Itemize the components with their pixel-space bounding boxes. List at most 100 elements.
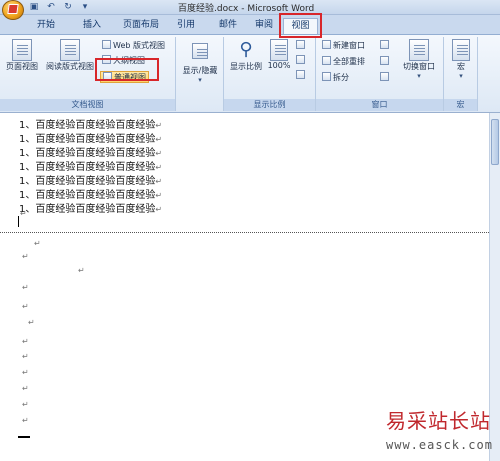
two-pages-button[interactable]: [296, 55, 307, 67]
reset-window-icon: [380, 72, 389, 81]
show-hide-icon: [192, 43, 208, 59]
magnifier-icon: ⚲: [239, 39, 253, 60]
paragraph-mark: ↵: [28, 318, 35, 327]
page-view-label: 页面视图: [6, 62, 38, 71]
side-by-side-icon: [380, 40, 389, 49]
customize-icon[interactable]: ▾: [79, 2, 91, 13]
end-of-document-marker: [18, 436, 30, 438]
group-window: 新建窗口 全部重排 拆分 切换窗口 ▾ 窗口: [316, 37, 444, 111]
view-tab-highlight: [279, 13, 322, 38]
switch-window-icon: [409, 39, 429, 61]
tab-review[interactable]: 审阅: [250, 18, 278, 34]
show-hide-button[interactable]: 显示/隐藏 ▾: [179, 39, 221, 84]
tab-page-layout[interactable]: 页面布局: [118, 18, 164, 34]
office-button[interactable]: [2, 0, 24, 20]
chevron-down-icon: ▾: [417, 72, 421, 80]
document-line[interactable]: 1、百度经验百度经验百度经验↵: [19, 161, 162, 174]
draft-view-highlight: [95, 58, 159, 81]
paragraph-mark: ↵: [22, 283, 29, 292]
paragraph-mark: ↵: [78, 266, 85, 275]
paragraph-mark: ↵: [22, 368, 29, 377]
group-zoom: ⚲ 显示比例 100% 显示比例: [224, 37, 316, 111]
paragraph-mark: ↵: [22, 252, 29, 261]
new-window-label: 新建窗口: [333, 41, 365, 50]
tab-mailings[interactable]: 邮件: [214, 18, 242, 34]
chevron-down-icon: ▾: [198, 76, 202, 84]
group-macros: 宏 ▾ 宏: [444, 37, 478, 111]
group-label-macros: 宏: [444, 99, 477, 111]
zoom-label: 显示比例: [230, 62, 262, 71]
paragraph-mark: ↵: [22, 302, 29, 311]
web-view-label: Web 版式视图: [113, 41, 165, 50]
group-show-hide: 显示/隐藏 ▾: [176, 37, 224, 111]
web-view-button[interactable]: Web 版式视图: [102, 40, 165, 52]
document-line[interactable]: 1、百度经验百度经验百度经验↵: [19, 203, 162, 216]
paragraph-mark: ↵: [22, 400, 29, 409]
one-page-button[interactable]: [296, 40, 307, 52]
scrollbar-thumb[interactable]: [491, 119, 499, 165]
reset-window-button[interactable]: [380, 72, 391, 84]
undo-icon[interactable]: ↶: [45, 2, 57, 13]
watermark-logo-text: 易采站长站: [386, 409, 491, 433]
ribbon-tabs: 开始 插入 页面布局 引用 邮件 审阅 视图: [0, 15, 500, 35]
ribbon-view: 页面视图 阅读版式视图 Web 版式视图 大纲视图 普通视图 文档视图 显示/隐…: [0, 35, 500, 113]
zoom-button[interactable]: ⚲ 显示比例: [227, 39, 265, 72]
one-page-icon: [296, 40, 305, 49]
page-width-icon: [296, 70, 305, 79]
page-break-line: [0, 232, 489, 233]
paragraph-mark: ↵: [22, 337, 29, 346]
document-line[interactable]: 1、百度经验百度经验百度经验↵: [19, 133, 162, 146]
save-icon[interactable]: ▣: [28, 2, 40, 13]
split-icon: [322, 72, 331, 81]
arrange-all-label: 全部重排: [333, 57, 365, 66]
redo-icon[interactable]: ↻: [62, 2, 74, 13]
new-window-button[interactable]: 新建窗口: [322, 40, 365, 52]
title-bar: ▣ ↶ ↻ ▾ 百度经验.docx - Microsoft Word: [0, 0, 500, 15]
switch-window-button[interactable]: 切换窗口 ▾: [398, 39, 440, 80]
web-view-icon: [102, 40, 111, 49]
sync-scroll-icon: [380, 56, 389, 65]
zoom-100-label: 100%: [267, 61, 291, 70]
tab-home[interactable]: 开始: [32, 18, 60, 34]
zoom-100-icon: [270, 39, 288, 61]
page-view-icon: [12, 39, 32, 61]
switch-window-label: 切换窗口: [403, 62, 435, 71]
chevron-down-icon: ▾: [459, 72, 463, 80]
paragraph-mark: ↵: [34, 239, 41, 248]
document-line[interactable]: 1、百度经验百度经验百度经验↵: [19, 189, 162, 202]
document-line[interactable]: 1、百度经验百度经验百度经验↵: [19, 175, 162, 188]
paragraph-mark: ↵: [22, 384, 29, 393]
paragraph-mark: ↵: [20, 209, 27, 218]
group-label-window: 窗口: [316, 99, 443, 111]
reading-view-icon: [60, 39, 80, 61]
watermark-url: www.easck.com: [386, 438, 493, 452]
reading-view-button[interactable]: 阅读版式视图: [42, 39, 98, 72]
tab-insert[interactable]: 插入: [78, 18, 106, 34]
split-button[interactable]: 拆分: [322, 72, 349, 84]
zoom-100-button[interactable]: 100%: [266, 39, 292, 70]
macros-icon: [452, 39, 470, 61]
document-line[interactable]: 1、百度经验百度经验百度经验↵: [19, 119, 162, 132]
page-width-button[interactable]: [296, 70, 307, 82]
word-logo-icon: [7, 4, 19, 14]
paragraph-mark: ↵: [22, 416, 29, 425]
group-label-zoom: 显示比例: [224, 99, 315, 111]
document-line[interactable]: 1、百度经验百度经验百度经验↵: [19, 147, 162, 160]
sync-scroll-button[interactable]: [380, 56, 391, 68]
page-view-button[interactable]: 页面视图: [4, 39, 40, 72]
show-hide-label: 显示/隐藏: [182, 66, 218, 75]
arrange-all-icon: [322, 56, 331, 65]
macros-button[interactable]: 宏 ▾: [448, 39, 474, 80]
new-window-icon: [322, 40, 331, 49]
reading-view-label: 阅读版式视图: [46, 62, 94, 71]
group-label-document-views: 文档视图: [0, 99, 175, 111]
tab-references[interactable]: 引用: [172, 18, 200, 34]
quick-access-toolbar: ▣ ↶ ↻ ▾: [28, 1, 91, 14]
two-pages-icon: [296, 55, 305, 64]
split-label: 拆分: [333, 73, 349, 82]
view-side-by-side-button[interactable]: [380, 40, 391, 52]
macros-label: 宏: [457, 62, 465, 71]
text-cursor: [18, 216, 19, 227]
arrange-all-button[interactable]: 全部重排: [322, 56, 365, 68]
paragraph-mark: ↵: [22, 352, 29, 361]
